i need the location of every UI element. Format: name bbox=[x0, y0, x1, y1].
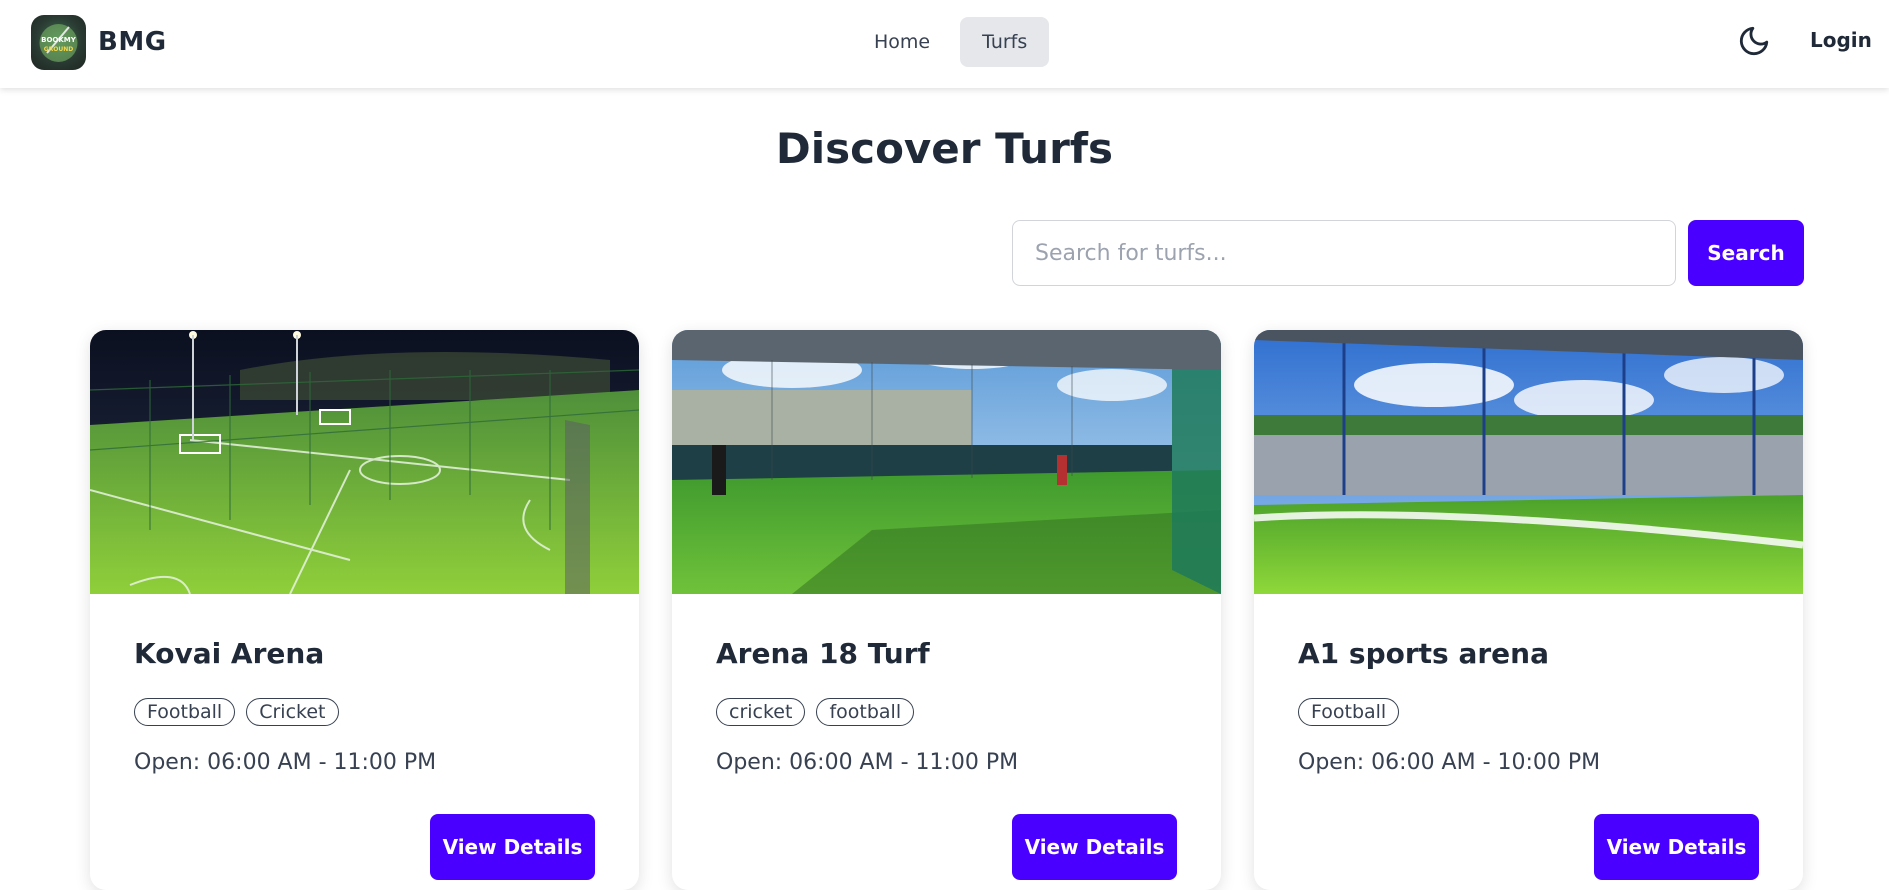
view-details-button[interactable]: View Details bbox=[1594, 814, 1759, 880]
top-navbar: BOOKMY GROUND BMG Home Turfs Login bbox=[0, 0, 1889, 88]
turf-name: A1 sports arena bbox=[1298, 637, 1549, 670]
turf-name: Arena 18 Turf bbox=[716, 637, 930, 670]
sport-tags: Football Cricket bbox=[134, 698, 339, 726]
opening-hours: Open: 06:00 AM - 11:00 PM bbox=[134, 750, 437, 775]
svg-text:BOOKMY: BOOKMY bbox=[41, 36, 77, 44]
sport-tags: Football bbox=[1298, 698, 1400, 726]
app-logo: BOOKMY GROUND bbox=[31, 14, 86, 70]
view-details-button[interactable]: View Details bbox=[1012, 814, 1177, 880]
nav-link-turfs[interactable]: Turfs bbox=[960, 17, 1050, 67]
turf-image bbox=[1254, 330, 1803, 594]
turf-card: Arena 18 Turf cricket football Open: 06:… bbox=[672, 330, 1221, 890]
nav-link-home[interactable]: Home bbox=[852, 17, 952, 67]
opening-hours: Open: 06:00 AM - 11:00 PM bbox=[716, 750, 1019, 775]
main-nav: Home Turfs bbox=[852, 17, 1050, 67]
sport-tag: Football bbox=[1298, 698, 1400, 726]
view-details-button[interactable]: View Details bbox=[430, 814, 595, 880]
sport-tag: Football bbox=[134, 698, 236, 726]
login-link[interactable]: Login bbox=[1810, 28, 1872, 52]
moon-icon[interactable] bbox=[1737, 24, 1771, 58]
turf-name: Kovai Arena bbox=[134, 637, 325, 670]
turf-card: Kovai Arena Football Cricket Open: 06:00… bbox=[90, 330, 639, 890]
turf-card: A1 sports arena Football Open: 06:00 AM … bbox=[1254, 330, 1803, 890]
turf-image bbox=[672, 330, 1221, 594]
sport-tag: football bbox=[816, 698, 915, 726]
search-button[interactable]: Search bbox=[1688, 220, 1804, 286]
svg-text:GROUND: GROUND bbox=[44, 46, 74, 53]
search-input[interactable] bbox=[1012, 220, 1676, 286]
opening-hours: Open: 06:00 AM - 10:00 PM bbox=[1298, 750, 1601, 775]
sport-tags: cricket football bbox=[716, 698, 915, 726]
sport-tag: cricket bbox=[716, 698, 806, 726]
sport-tag: Cricket bbox=[246, 698, 339, 726]
page-title: Discover Turfs bbox=[775, 124, 1114, 173]
turf-image bbox=[90, 330, 639, 594]
brand-name: BMG bbox=[98, 27, 167, 57]
brand-link[interactable]: BOOKMY GROUND BMG bbox=[31, 14, 167, 70]
